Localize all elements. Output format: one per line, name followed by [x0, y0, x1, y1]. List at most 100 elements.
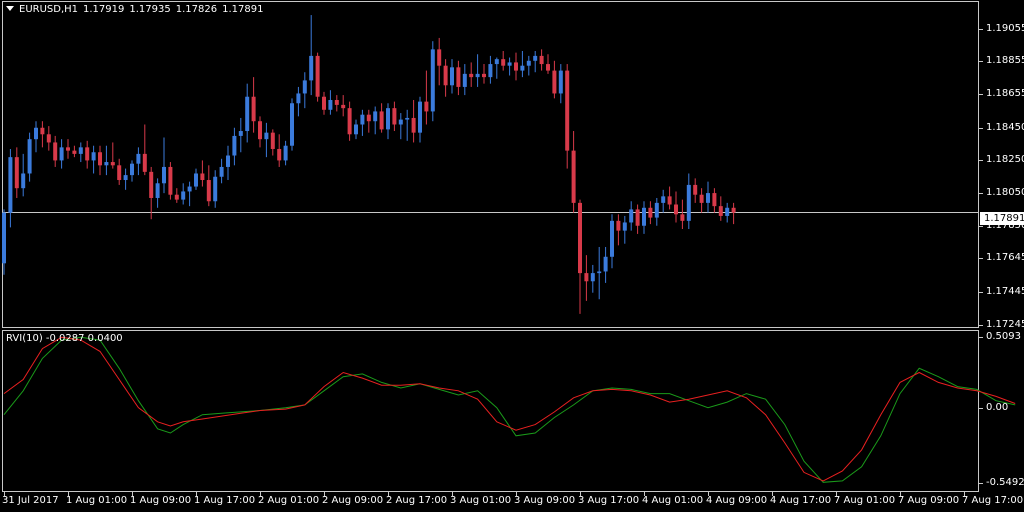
- candle-body: [424, 101, 429, 112]
- candle-body: [654, 202, 659, 218]
- candle-body: [341, 104, 346, 109]
- candle-body: [507, 62, 512, 66]
- candle-body: [635, 209, 640, 226]
- time-axis-label: 4 Aug 01:00: [642, 495, 704, 506]
- dropdown-triangle-icon[interactable]: [6, 6, 14, 11]
- candle-body: [302, 80, 307, 94]
- rvi-axis-tick: [979, 337, 983, 338]
- candle-body: [456, 67, 461, 87]
- price-axis-label: 1.17245: [986, 319, 1024, 330]
- time-axis-label: 1 Aug 09:00: [130, 495, 192, 506]
- price-axis-tick: [979, 94, 983, 95]
- price-axis-tick: [979, 226, 983, 227]
- candle-body: [712, 193, 717, 207]
- candle-body: [110, 162, 115, 166]
- time-axis-label: 2 Aug 17:00: [386, 495, 448, 506]
- candle-body: [53, 142, 58, 161]
- candle-body: [334, 99, 339, 105]
- candle-body: [296, 93, 301, 104]
- candle-body: [405, 117, 410, 120]
- candle-body: [469, 73, 474, 78]
- time-axis-label: 4 Aug 17:00: [770, 495, 832, 506]
- candle-body: [290, 103, 294, 146]
- candle-body: [398, 119, 403, 125]
- candle-body: [578, 202, 582, 274]
- current-price-tag: 1.17891: [980, 212, 1024, 225]
- candle-body: [392, 108, 397, 125]
- candle-body: [514, 62, 518, 71]
- price-axis-label: 1.17645: [986, 252, 1024, 263]
- candle-body: [686, 184, 691, 221]
- time-axis-label: 3 Aug 01:00: [450, 495, 512, 506]
- price-axis-tick: [979, 325, 983, 326]
- candle-body: [226, 155, 230, 167]
- candle-body: [155, 183, 160, 198]
- price-axis-label: 1.17445: [986, 286, 1024, 297]
- candle-body: [328, 99, 333, 110]
- candle-body: [488, 64, 493, 78]
- candle-body: [411, 117, 416, 133]
- candle-body: [309, 55, 314, 81]
- candle-body: [181, 191, 186, 200]
- candle-body: [430, 49, 435, 112]
- rvi-axis-tick: [979, 408, 983, 409]
- candle-body: [78, 147, 83, 154]
- candle-body: [347, 108, 352, 135]
- price-axis-label: 1.18050: [986, 187, 1024, 198]
- candle-body: [200, 173, 205, 181]
- rvi-axis-tick: [979, 483, 983, 484]
- candle-body: [462, 73, 467, 87]
- candle-body: [283, 145, 288, 161]
- time-axis-label: 7 Aug 01:00: [834, 495, 896, 506]
- candle-body: [270, 132, 275, 149]
- candle-body: [27, 139, 32, 174]
- candle-body: [354, 124, 358, 135]
- candle-body: [648, 207, 653, 218]
- candle-body: [616, 220, 621, 231]
- candle-body: [366, 114, 371, 122]
- candle-body: [603, 256, 608, 272]
- candle-body: [104, 162, 109, 166]
- candle-body: [91, 152, 96, 161]
- price-axis-tick: [979, 292, 983, 293]
- time-axis-label: 3 Aug 09:00: [514, 495, 576, 506]
- candle-body: [450, 67, 454, 86]
- price-axis-label: 1.18450: [986, 122, 1024, 133]
- candle-body: [725, 207, 730, 216]
- candle-body: [539, 55, 544, 65]
- chart-canvas[interactable]: [0, 0, 1024, 512]
- candle-body: [66, 147, 70, 151]
- candle-body: [718, 206, 723, 216]
- candle-body: [680, 214, 685, 221]
- candle-body: [85, 147, 90, 161]
- candle-body: [526, 60, 531, 66]
- time-axis-label: 3 Aug 17:00: [578, 495, 640, 506]
- candle-body: [34, 127, 38, 140]
- rvi-axis-label: -0.5492: [986, 477, 1024, 488]
- time-axis-label: 2 Aug 01:00: [258, 495, 320, 506]
- candle-body: [418, 101, 422, 133]
- candle-body: [565, 70, 570, 151]
- candle-body: [264, 132, 269, 140]
- candle-body: [130, 163, 134, 176]
- candle-body: [674, 204, 678, 215]
- rvi-header: RVI(10) -0.0287 0.0400: [6, 333, 123, 344]
- candle-body: [245, 96, 250, 132]
- candle-body: [661, 196, 666, 203]
- rvi-axis-label: 0.5093: [986, 331, 1021, 342]
- rvi-signal-line: [3, 336, 1016, 482]
- price-axis-tick: [979, 193, 983, 194]
- candle-body: [584, 273, 589, 282]
- symbol-label: EURUSD,H1: [19, 4, 79, 15]
- rvi-axis-label: 0.00: [986, 402, 1009, 413]
- high-value: 1.17935: [129, 4, 171, 15]
- time-axis-label: 7 Aug 09:00: [898, 495, 960, 506]
- candle-body: [14, 157, 19, 189]
- price-axis-label: 1.19055: [986, 23, 1024, 34]
- candle-body: [386, 108, 390, 130]
- candle-body: [136, 153, 141, 164]
- candle-body: [187, 186, 192, 192]
- time-axis-label: 31 Jul 2017: [2, 495, 59, 506]
- time-axis-label: 2 Aug 09:00: [322, 495, 384, 506]
- candle-body: [629, 209, 634, 223]
